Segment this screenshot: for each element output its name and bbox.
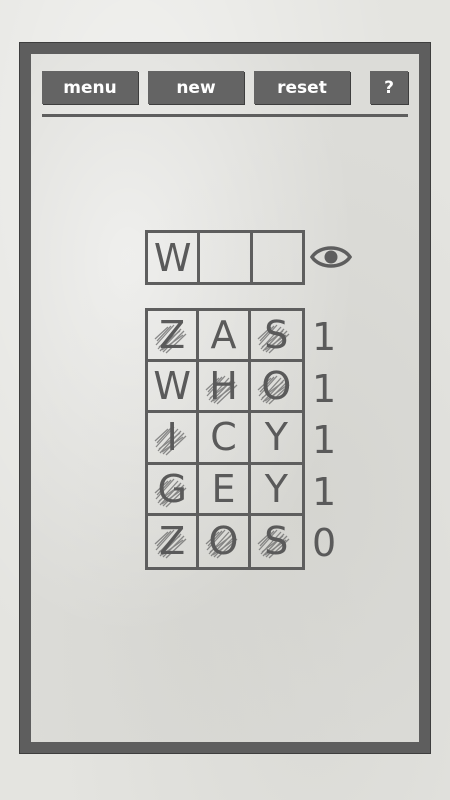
help-button[interactable]: ? — [370, 71, 408, 104]
cell-letter: Y — [264, 466, 288, 511]
eye-icon[interactable] — [310, 242, 352, 272]
cell-letter: A — [210, 313, 237, 358]
reset-button[interactable]: reset — [254, 71, 350, 104]
grid-cell[interactable]: I — [148, 413, 200, 465]
grid-cell[interactable]: Z — [148, 311, 200, 363]
answer-cell[interactable] — [253, 233, 302, 282]
row-count: 1 — [312, 366, 337, 411]
letter-grid: ZASWHOICYGEYZOS — [145, 308, 305, 570]
grid-cell[interactable]: H — [199, 362, 251, 414]
grid-cell[interactable]: Y — [250, 413, 302, 465]
grid-cell[interactable]: W — [148, 362, 200, 414]
cell-letter: S — [264, 313, 289, 358]
new-game-button[interactable]: new — [148, 71, 244, 104]
grid-cell[interactable]: O — [250, 362, 302, 414]
grid-cell[interactable]: S — [251, 516, 302, 567]
cell-letter: Z — [159, 313, 186, 358]
cell-letter: Z — [159, 519, 186, 564]
grid-cell[interactable]: G — [148, 464, 200, 516]
cell-letter: Y — [264, 415, 288, 460]
row-count: 1 — [312, 315, 337, 359]
grid-cell[interactable]: Z — [148, 515, 200, 567]
row-count: 1 — [312, 469, 337, 514]
cell-letter: O — [261, 364, 292, 409]
grid-cell[interactable]: A — [199, 311, 251, 363]
toolbar-divider — [42, 114, 408, 117]
menu-button[interactable]: menu — [42, 71, 138, 104]
grid-cell[interactable]: Y — [250, 465, 302, 516]
cell-letter: H — [209, 364, 238, 409]
cell-letter: O — [208, 519, 239, 564]
grid-cell[interactable]: C — [199, 413, 251, 465]
cell-letter: S — [264, 519, 289, 564]
grid-cell[interactable]: O — [199, 515, 251, 567]
game-screen: menu new reset ? W ZASWHOICYGEYZOS 11110 — [0, 0, 450, 800]
cell-letter: G — [157, 466, 187, 511]
answer-cell[interactable] — [200, 233, 253, 282]
answer-cell[interactable]: W — [148, 233, 201, 282]
cell-letter: I — [166, 415, 178, 460]
cell-letter: E — [211, 466, 236, 511]
cell-letter: W — [153, 364, 191, 409]
grid-cell[interactable]: E — [199, 464, 251, 516]
cell-letter: C — [210, 415, 237, 460]
row-count: 1 — [312, 418, 337, 462]
answer-row: W — [145, 230, 305, 285]
grid-cell[interactable]: S — [250, 311, 302, 363]
row-count: 0 — [312, 521, 337, 565]
